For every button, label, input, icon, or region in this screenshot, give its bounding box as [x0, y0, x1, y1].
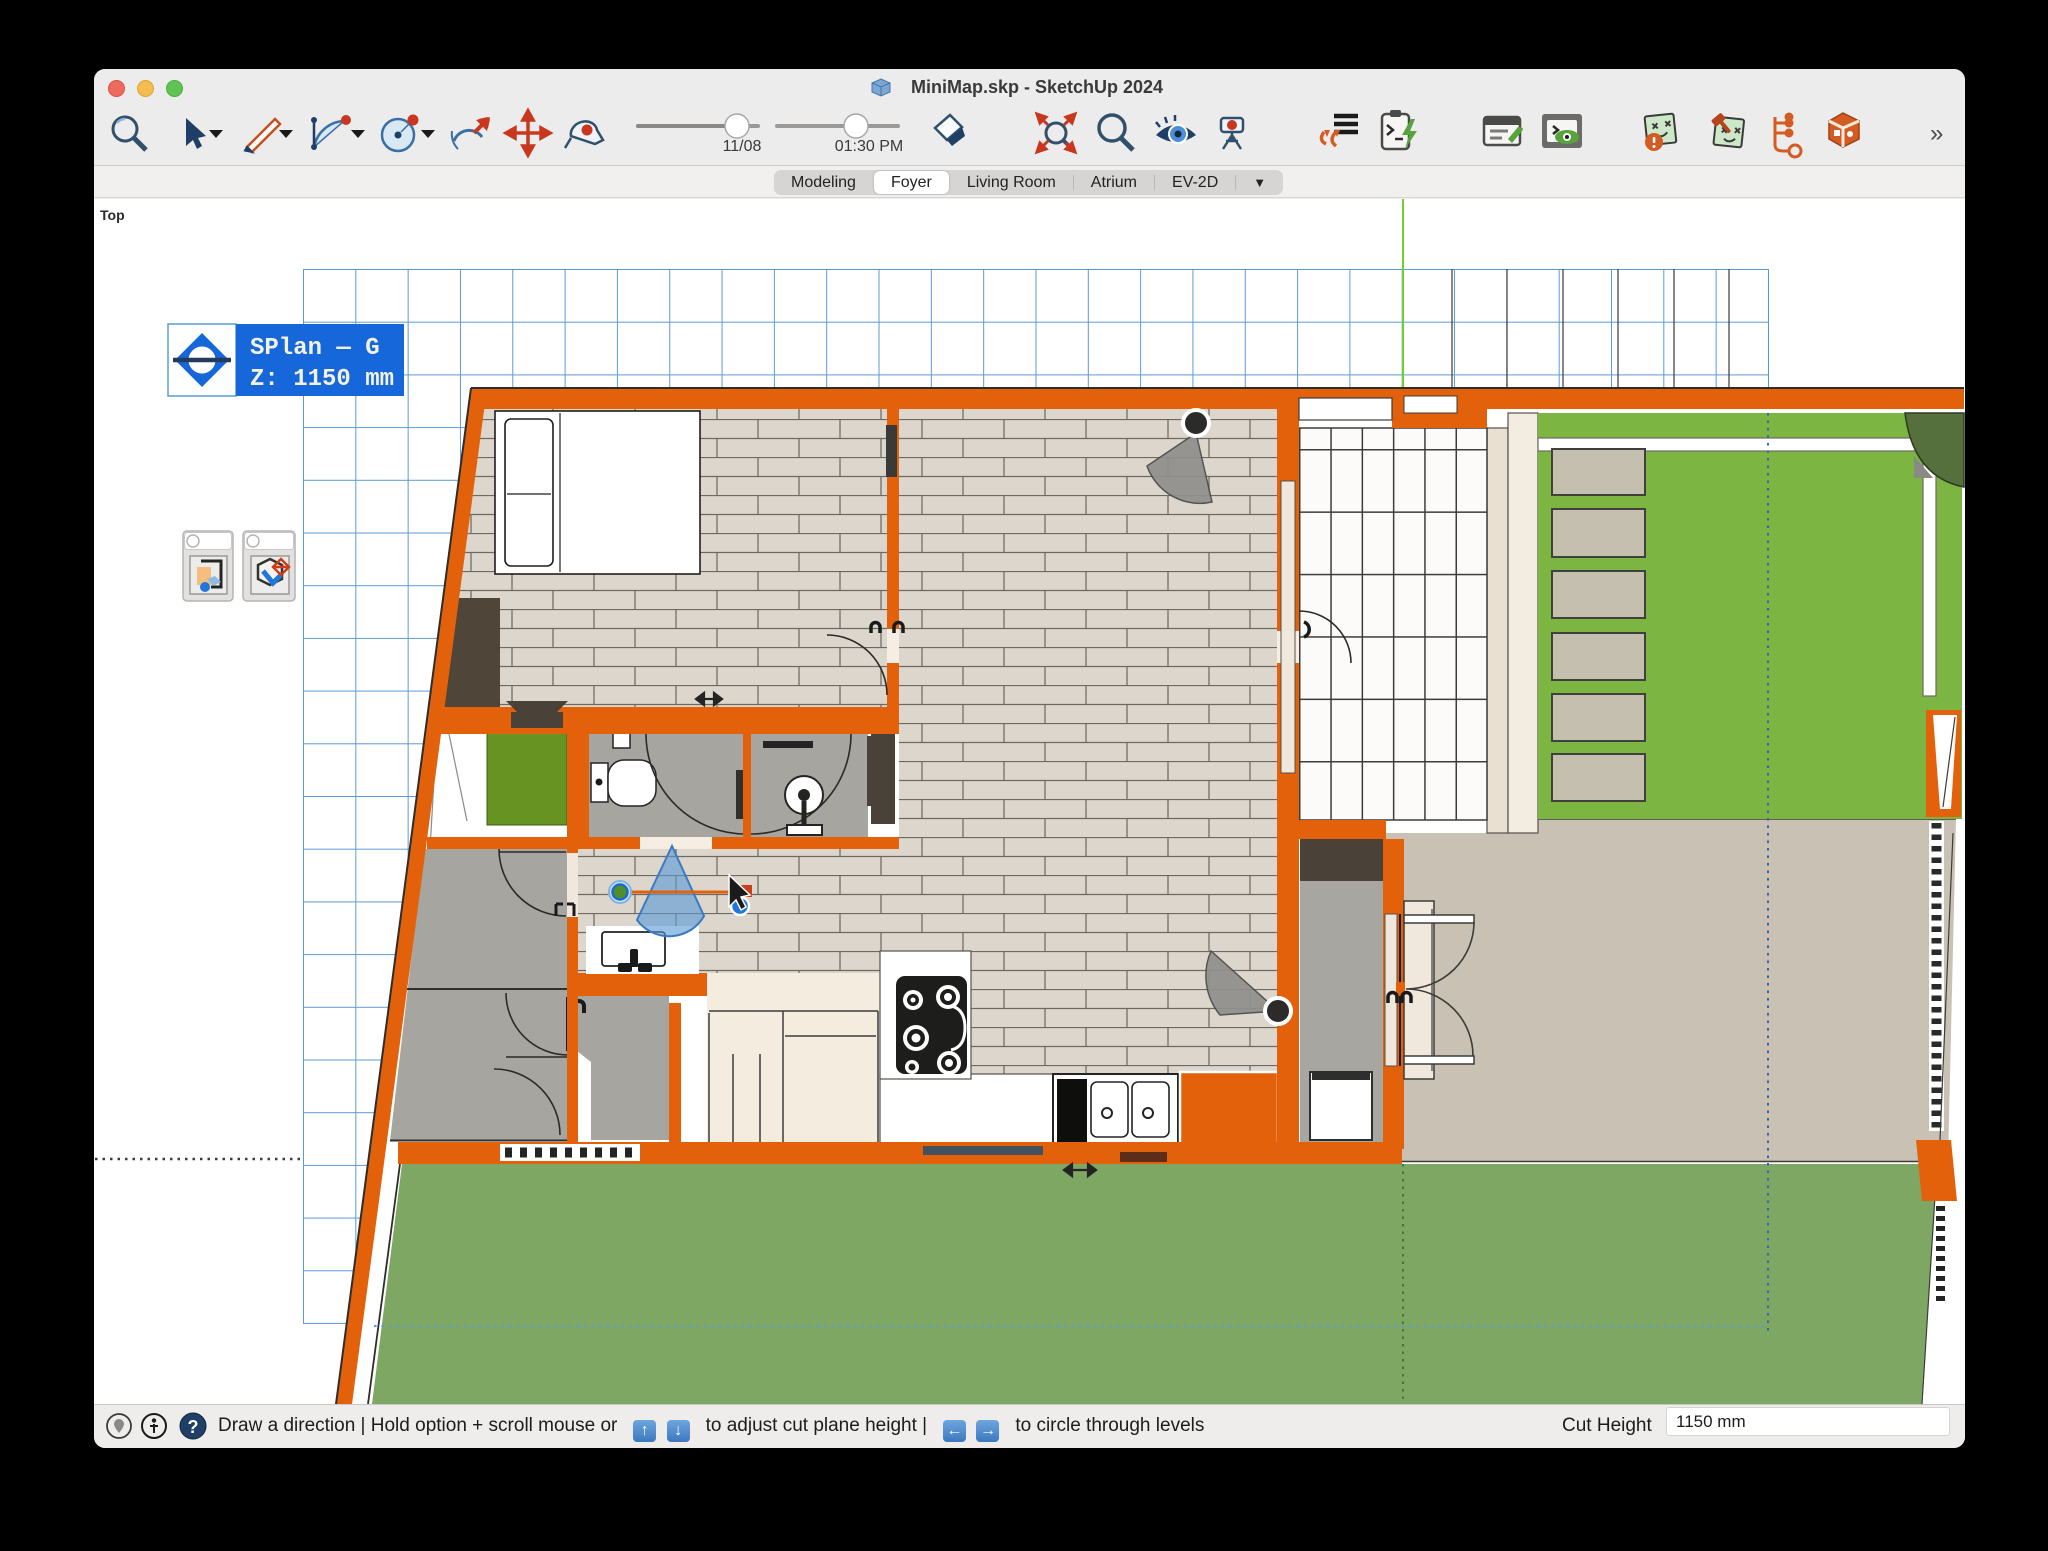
svg-text:?: ? [188, 1417, 199, 1437]
svg-text:Z: 1150 mm: Z: 1150 mm [250, 366, 394, 393]
svg-text:Top: Top [100, 207, 125, 223]
svg-text:11/08: 11/08 [723, 138, 762, 155]
svg-text:01:30 PM: 01:30 PM [835, 138, 903, 155]
svg-text:SPlan — G: SPlan — G [250, 335, 380, 362]
svg-text:»: » [1930, 120, 1943, 147]
